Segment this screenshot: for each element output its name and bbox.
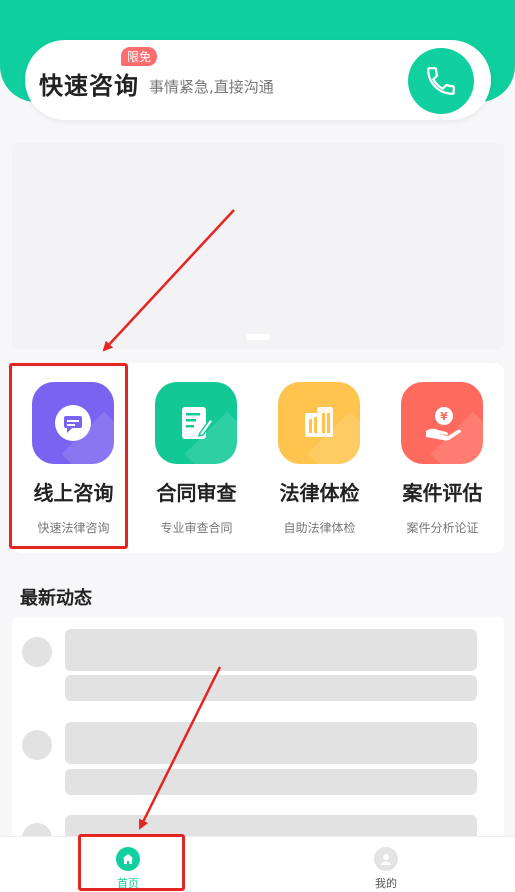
service-tile: ¥ — [401, 382, 483, 464]
quick-consult-subtitle: 事情紧急,直接沟通 — [149, 78, 274, 96]
user-icon — [374, 847, 398, 871]
tab-home[interactable]: 首页 — [68, 837, 188, 892]
service-name: 合同审查 — [156, 481, 237, 505]
chat-icon — [55, 405, 91, 441]
svg-text:¥: ¥ — [440, 410, 448, 423]
tab-mine[interactable]: 我的 — [326, 837, 446, 892]
service-desc: 案件分析论证 — [406, 521, 479, 535]
service-grid: 线上咨询 快速法律咨询 合同审查 专业审查合同 法律体检 自助法律体检 ¥ 案件… — [12, 363, 504, 553]
service-tile — [278, 382, 360, 464]
tab-label: 我的 — [375, 877, 397, 890]
building-icon — [305, 407, 333, 437]
contract-edit-icon — [182, 407, 215, 439]
news-list — [12, 617, 504, 857]
service-name: 案件评估 — [402, 481, 483, 505]
quick-consult-title: 快速咨询 — [39, 72, 139, 100]
service-case-evaluation[interactable]: ¥ 案件评估 案件分析论证 — [381, 363, 504, 553]
service-desc: 快速法律咨询 — [37, 521, 110, 535]
skeleton-avatar — [22, 730, 52, 760]
service-desc: 自助法律体检 — [283, 521, 356, 535]
call-button[interactable] — [408, 48, 474, 114]
service-desc: 专业审查合同 — [160, 521, 233, 535]
news-section-title: 最新动态 — [20, 588, 92, 609]
service-tile — [32, 382, 114, 464]
carousel-indicator[interactable] — [246, 334, 270, 340]
skeleton-line — [65, 675, 477, 701]
tab-label: 首页 — [117, 877, 139, 890]
free-badge: 限免 — [121, 47, 158, 66]
skeleton-line — [65, 629, 477, 671]
service-name: 法律体检 — [279, 481, 360, 505]
skeleton-line — [65, 769, 477, 795]
skeleton-line — [65, 722, 477, 764]
service-legal-checkup[interactable]: 法律体检 自助法律体检 — [258, 363, 381, 553]
service-tile — [155, 382, 237, 464]
service-name: 线上咨询 — [33, 481, 114, 505]
money-hand-icon: ¥ — [426, 407, 461, 441]
banner-carousel[interactable] — [12, 143, 504, 349]
quick-consult-card[interactable]: 快速咨询 限免 事情紧急,直接沟通 — [25, 40, 491, 120]
home-icon — [116, 847, 140, 871]
service-online-consult[interactable]: 线上咨询 快速法律咨询 — [12, 363, 135, 553]
skeleton-avatar — [22, 637, 52, 667]
phone-icon — [427, 67, 455, 95]
bottom-tab-bar: 首页 我的 — [0, 836, 515, 892]
service-contract-review[interactable]: 合同审查 专业审查合同 — [135, 363, 258, 553]
